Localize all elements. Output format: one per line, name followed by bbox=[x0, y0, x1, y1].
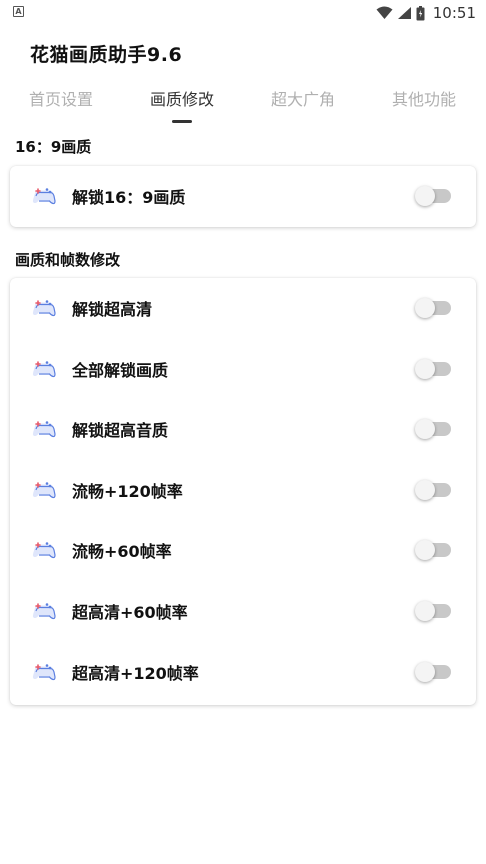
notification-a-icon: A bbox=[13, 6, 24, 17]
toggle-thumb bbox=[415, 480, 435, 500]
section-title-quality-framerate: 画质和帧数修改 bbox=[15, 251, 121, 269]
toggle-thumb bbox=[415, 186, 435, 206]
game-controller-icon bbox=[32, 482, 56, 499]
toggle-switch[interactable] bbox=[415, 540, 451, 560]
battery-icon bbox=[416, 5, 425, 20]
game-controller-icon bbox=[32, 664, 56, 681]
toggle-thumb bbox=[415, 419, 435, 439]
toggle-switch[interactable] bbox=[415, 419, 451, 439]
status-bar: A 10:51 bbox=[0, 0, 486, 26]
setting-label: 解锁16：9画质 bbox=[72, 188, 186, 207]
list-item[interactable]: 超高清+120帧率 bbox=[10, 642, 476, 702]
game-controller-icon bbox=[32, 542, 56, 559]
tab-active-indicator bbox=[172, 120, 192, 123]
toggle-thumb bbox=[415, 601, 435, 621]
game-controller-icon bbox=[32, 421, 56, 438]
setting-label: 解锁超高音质 bbox=[72, 421, 169, 440]
tab-wide-angle[interactable]: 超大广角 bbox=[271, 86, 335, 110]
status-icons: 10:51 bbox=[376, 3, 476, 23]
toggle-switch[interactable] bbox=[415, 480, 451, 500]
list-item[interactable]: 流畅+120帧率 bbox=[10, 460, 476, 520]
toggle-switch[interactable] bbox=[415, 662, 451, 682]
game-controller-icon bbox=[32, 188, 56, 205]
toggle-switch[interactable] bbox=[415, 601, 451, 621]
section-title-aspect-ratio: 16：9画质 bbox=[15, 138, 92, 156]
status-time: 10:51 bbox=[432, 4, 476, 22]
toggle-switch[interactable] bbox=[415, 186, 451, 206]
toggle-thumb bbox=[415, 540, 435, 560]
setting-label: 全部解锁画质 bbox=[72, 361, 169, 380]
toggle-switch[interactable] bbox=[415, 359, 451, 379]
game-controller-icon bbox=[32, 361, 56, 378]
toggle-thumb bbox=[415, 662, 435, 682]
setting-label: 流畅+120帧率 bbox=[72, 482, 183, 501]
game-controller-icon bbox=[32, 603, 56, 620]
tab-quality-edit[interactable]: 画质修改 bbox=[150, 86, 214, 110]
list-item[interactable]: 超高清+60帧率 bbox=[10, 581, 476, 641]
setting-label: 超高清+60帧率 bbox=[72, 603, 188, 622]
setting-label: 解锁超高清 bbox=[72, 300, 153, 319]
toggle-thumb bbox=[415, 298, 435, 318]
list-item[interactable]: 解锁16：9画质 bbox=[10, 166, 476, 226]
setting-label: 超高清+120帧率 bbox=[72, 664, 199, 683]
settings-card-quality-framerate: 解锁超高清 全部解锁画质 解锁超高音质 流畅+120帧率 流畅+60帧率 超高清… bbox=[10, 278, 476, 705]
tab-bar: 首页设置 画质修改 超大广角 其他功能 bbox=[0, 86, 486, 126]
toggle-thumb bbox=[415, 359, 435, 379]
signal-icon bbox=[397, 7, 411, 19]
wifi-icon bbox=[376, 6, 393, 19]
tab-other-functions[interactable]: 其他功能 bbox=[392, 86, 456, 110]
list-item[interactable]: 解锁超高音质 bbox=[10, 399, 476, 459]
list-item[interactable]: 全部解锁画质 bbox=[10, 339, 476, 399]
app-title: 花猫画质助手9.6 bbox=[30, 44, 183, 66]
setting-label: 流畅+60帧率 bbox=[72, 542, 172, 561]
game-controller-icon bbox=[32, 300, 56, 317]
list-item[interactable]: 流畅+60帧率 bbox=[10, 520, 476, 580]
toggle-switch[interactable] bbox=[415, 298, 451, 318]
tab-home-settings[interactable]: 首页设置 bbox=[29, 86, 93, 110]
settings-card-aspect-ratio: 解锁16：9画质 bbox=[10, 166, 476, 227]
list-item[interactable]: 解锁超高清 bbox=[10, 278, 476, 338]
